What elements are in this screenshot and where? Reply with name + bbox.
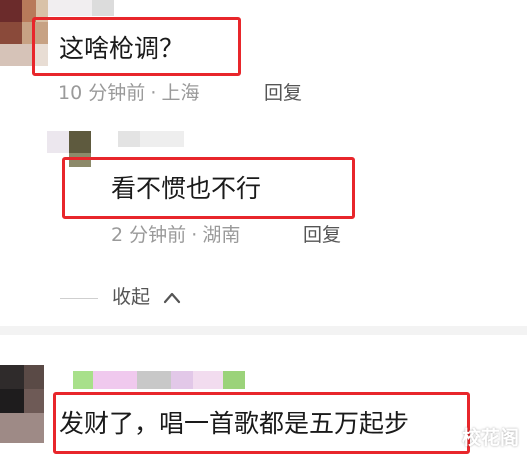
reply-button[interactable]: 回复: [303, 226, 341, 245]
chevron-up-icon[interactable]: [162, 289, 182, 311]
reply-location: 湖南: [202, 224, 241, 246]
meta-separator: ·: [150, 82, 157, 104]
reply-text: 看不惯也不行: [111, 174, 262, 203]
comment-time: 10 分钟前: [58, 82, 146, 104]
collapse-line: [60, 298, 98, 299]
reply-time: 2 分钟前: [111, 224, 187, 246]
comment-meta: 10 分钟前 · 上海: [58, 84, 199, 103]
section-divider: [0, 326, 527, 335]
comment-text: 发财了，唱一首歌都是五万起步: [59, 409, 410, 438]
meta-separator: ·: [191, 224, 198, 246]
comment-location: 上海: [161, 82, 200, 104]
reply-button[interactable]: 回复: [264, 84, 302, 103]
reply-meta: 2 分钟前 · 湖南: [111, 226, 240, 245]
comment-text: 这啥枪调？: [59, 34, 185, 63]
collapse-label[interactable]: 收起: [112, 288, 150, 307]
watermark: 校花阁: [462, 427, 520, 449]
